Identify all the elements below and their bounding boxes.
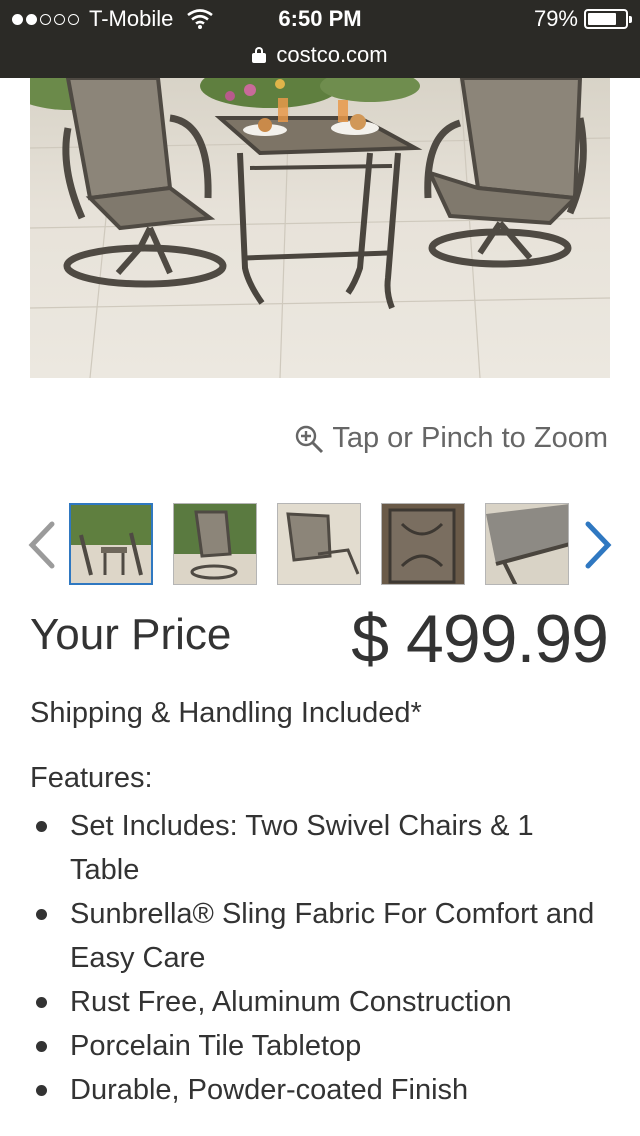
thumbnail-1[interactable] bbox=[69, 503, 153, 585]
price-value: $ 499.99 bbox=[351, 601, 609, 677]
browser-status-bar: T-Mobile 6:50 PM 79% costco.com bbox=[0, 0, 640, 78]
thumbnail-carousel bbox=[0, 500, 640, 590]
feature-item: Porcelain Tile Tabletop bbox=[30, 1024, 610, 1068]
thumbnail-3[interactable] bbox=[277, 503, 361, 585]
chevron-left-icon[interactable] bbox=[24, 520, 60, 570]
feature-item: Sunbrella® Sling Fabric For Comfort and … bbox=[30, 892, 610, 980]
url-domain[interactable]: costco.com bbox=[276, 42, 387, 67]
chevron-right-icon[interactable] bbox=[580, 520, 616, 570]
battery-status: 79% bbox=[533, 6, 632, 32]
battery-icon bbox=[584, 9, 632, 29]
product-image[interactable] bbox=[30, 78, 610, 378]
price-label: Your Price bbox=[30, 610, 232, 659]
magnifier-plus-icon bbox=[296, 425, 324, 453]
thumbnail-4[interactable] bbox=[381, 503, 465, 585]
thumbnail-2[interactable] bbox=[173, 503, 257, 585]
lock-icon bbox=[252, 47, 267, 63]
zoom-hint-text: Tap or Pinch to Zoom bbox=[332, 422, 608, 454]
battery-percent: 79% bbox=[533, 6, 578, 31]
features-heading: Features: bbox=[30, 762, 153, 794]
zoom-hint: Tap or Pinch to Zoom bbox=[294, 422, 608, 455]
shipping-note: Shipping & Handling Included* bbox=[30, 697, 422, 729]
feature-item: Set Includes: Two Swivel Chairs & 1 Tabl… bbox=[30, 804, 610, 892]
patio-set-illustration bbox=[30, 78, 610, 378]
feature-item: Durable, Powder-coated Finish bbox=[30, 1068, 610, 1112]
thumbnail-5[interactable] bbox=[485, 503, 569, 585]
features-list: Set Includes: Two Swivel Chairs & 1 Tabl… bbox=[30, 804, 610, 1112]
address-bar[interactable]: costco.com bbox=[0, 42, 640, 68]
feature-item: Rust Free, Aluminum Construction bbox=[30, 980, 610, 1024]
